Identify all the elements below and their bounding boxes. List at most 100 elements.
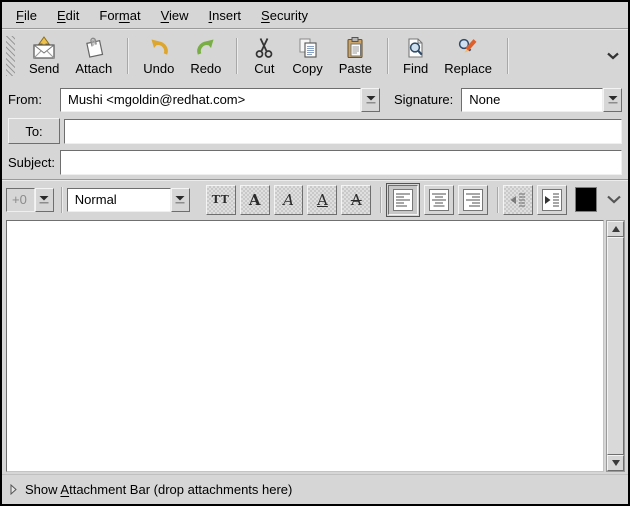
toolbar-separator <box>507 38 508 74</box>
toolbar-grip[interactable] <box>6 36 15 76</box>
align-left-button[interactable] <box>388 185 418 215</box>
find-button[interactable]: Find <box>395 33 436 79</box>
typewriter-font-toggle[interactable]: TT <box>206 185 236 215</box>
font-size-select[interactable]: +0 <box>6 188 54 212</box>
menu-insert[interactable]: Insert <box>201 5 250 26</box>
align-left-icon <box>393 189 413 211</box>
redo-icon <box>194 36 218 60</box>
attach-icon <box>82 36 106 60</box>
menu-file[interactable]: File <box>8 5 45 26</box>
scroll-up-button[interactable] <box>607 221 624 237</box>
toolbar-button-label: Replace <box>444 61 492 76</box>
toolbar-separator <box>127 38 128 74</box>
signature-select[interactable]: None <box>461 88 622 112</box>
italic-toggle[interactable]: A <box>274 185 304 215</box>
attach-button[interactable]: Attach <box>67 33 120 79</box>
paste-button[interactable]: Paste <box>331 33 380 79</box>
find-icon <box>404 36 428 60</box>
font-size-dropdown-button[interactable] <box>35 188 54 212</box>
toolbar-button-label: Copy <box>292 61 322 76</box>
unindent-button[interactable] <box>503 185 533 215</box>
toolbar-separator <box>236 38 237 74</box>
paragraph-style-dropdown-button[interactable] <box>171 188 190 212</box>
cut-icon <box>252 36 276 60</box>
align-right-icon <box>463 189 483 211</box>
main-toolbar: Send Attach U <box>2 29 628 83</box>
format-overflow-chevron-icon[interactable] <box>605 190 624 210</box>
format-separator <box>380 187 381 213</box>
expander-triangle-icon <box>10 484 17 495</box>
align-right-button[interactable] <box>458 185 488 215</box>
menu-format[interactable]: Format <box>91 5 148 26</box>
paragraph-style-select[interactable]: Normal <box>67 188 190 212</box>
from-row: From: Mushi <mgoldin@redhat.com> Signatu… <box>2 83 628 116</box>
subject-row: Subject: <box>2 146 628 179</box>
format-toolbar: +0 Normal TT A A A A <box>2 180 628 219</box>
combo-arrow-icon <box>365 94 377 105</box>
message-body-textarea[interactable] <box>6 220 604 472</box>
toolbar-button-label: Find <box>403 61 428 76</box>
replace-button[interactable]: Replace <box>436 33 500 79</box>
indent-icon <box>542 189 562 211</box>
undo-button[interactable]: Undo <box>135 33 182 79</box>
menu-security[interactable]: Security <box>253 5 316 26</box>
signature-label: Signature: <box>394 92 453 107</box>
to-input[interactable] <box>64 119 622 144</box>
bold-icon: A <box>249 191 261 209</box>
toolbar-button-label: Cut <box>254 61 274 76</box>
font-color-swatch[interactable] <box>575 187 597 212</box>
editor-frame: +0 Normal TT A A A A <box>2 179 628 474</box>
scroll-down-arrow-icon <box>612 460 620 466</box>
send-mail-icon <box>32 36 56 60</box>
toolbar-button-label: Undo <box>143 61 174 76</box>
cut-button[interactable]: Cut <box>244 33 284 79</box>
toolbar-overflow-chevron-icon[interactable] <box>604 47 622 65</box>
send-button[interactable]: Send <box>21 33 67 79</box>
from-label: From: <box>8 92 60 107</box>
strikethrough-icon: A <box>351 191 362 209</box>
format-separator <box>497 187 498 213</box>
strikethrough-toggle[interactable]: A <box>341 185 371 215</box>
paragraph-style-value: Normal <box>67 188 171 212</box>
attachment-bar-toggle[interactable]: Show Attachment Bar (drop attachments he… <box>2 474 628 504</box>
format-separator <box>61 187 62 213</box>
toolbar-button-label: Send <box>29 61 59 76</box>
toolbar-button-label: Redo <box>190 61 221 76</box>
italic-icon: A <box>283 191 294 209</box>
to-button[interactable]: To: <box>8 118 60 144</box>
redo-button[interactable]: Redo <box>182 33 229 79</box>
subject-label: Subject: <box>8 155 60 170</box>
unindent-icon <box>508 189 528 211</box>
combo-arrow-icon <box>38 194 50 205</box>
signature-select-value: None <box>461 88 603 112</box>
attachment-bar-label: Show Attachment Bar (drop attachments he… <box>25 482 292 497</box>
replace-icon <box>456 36 480 60</box>
from-select[interactable]: Mushi <mgoldin@redhat.com> <box>60 88 380 112</box>
indent-button[interactable] <box>537 185 567 215</box>
bold-toggle[interactable]: A <box>240 185 270 215</box>
menu-edit[interactable]: Edit <box>49 5 87 26</box>
combo-arrow-icon <box>174 194 186 205</box>
copy-icon <box>296 36 320 60</box>
menu-view[interactable]: View <box>153 5 197 26</box>
undo-icon <box>147 36 171 60</box>
subject-input[interactable] <box>60 150 622 175</box>
typewriter-icon: TT <box>212 193 230 206</box>
underline-icon: A <box>317 191 328 209</box>
menubar: File Edit Format View Insert Security <box>2 2 628 29</box>
signature-dropdown-button[interactable] <box>603 88 622 112</box>
toolbar-button-label: Attach <box>75 61 112 76</box>
from-dropdown-button[interactable] <box>361 88 380 112</box>
vertical-scrollbar[interactable] <box>606 220 625 472</box>
scroll-down-button[interactable] <box>607 455 624 471</box>
to-row: To: <box>2 116 628 146</box>
underline-toggle[interactable]: A <box>307 185 337 215</box>
font-size-value: +0 <box>6 188 35 212</box>
message-body-area <box>2 219 628 474</box>
align-center-icon <box>429 189 449 211</box>
align-center-button[interactable] <box>424 185 454 215</box>
scrollbar-thumb[interactable] <box>607 237 624 455</box>
paste-icon <box>343 36 367 60</box>
from-select-value: Mushi <mgoldin@redhat.com> <box>60 88 361 112</box>
copy-button[interactable]: Copy <box>284 33 330 79</box>
